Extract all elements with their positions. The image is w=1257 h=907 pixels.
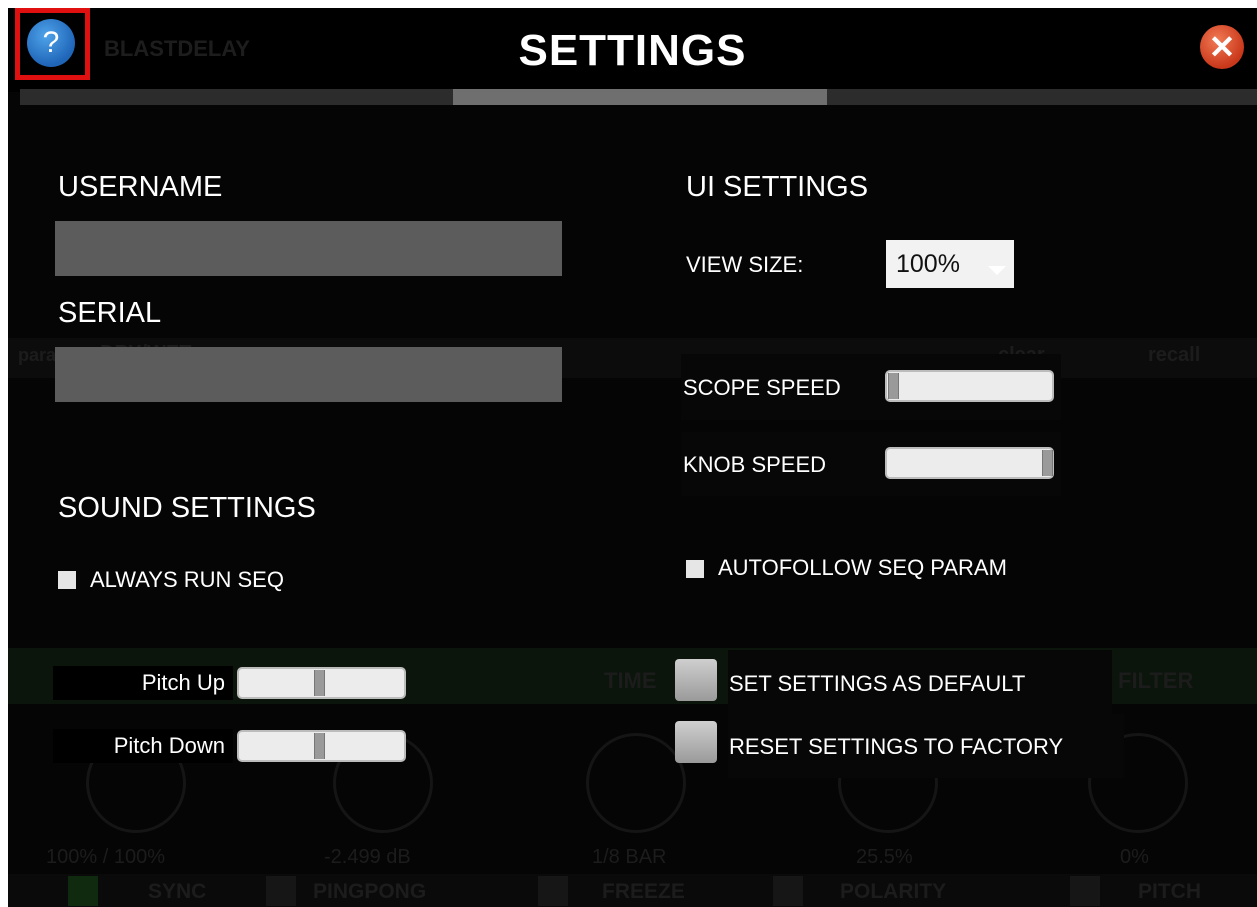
username-label: USERNAME (58, 171, 223, 203)
slider-thumb[interactable] (314, 733, 325, 759)
bg-toggle-box (266, 876, 296, 906)
bg-toggle-box (68, 876, 98, 906)
bg-knob-value: 1/8 BAR (592, 846, 667, 868)
view-size-select[interactable]: 100% (886, 240, 1014, 288)
chevron-down-icon (988, 266, 1006, 275)
pitch-up-slider[interactable] (237, 667, 406, 699)
bg-knob-value: 100% / 100% (46, 846, 165, 868)
set-default-button[interactable] (675, 659, 717, 701)
serial-label: SERIAL (58, 297, 162, 329)
bg-toggle-box (538, 876, 568, 906)
bg-toggle-label: FREEZE (602, 880, 685, 903)
serial-field[interactable] (55, 347, 562, 402)
bg-section-time: TIME (604, 668, 657, 693)
view-size-value: 100% (896, 250, 960, 278)
close-icon[interactable]: ✕ (1200, 25, 1244, 69)
bg-knob-value: -2.499 dB (324, 846, 411, 868)
bg-section-filter: FILTER (1118, 668, 1194, 693)
bg-knob-value: 0% (1120, 846, 1149, 868)
bg-toggle-label: SYNC (148, 880, 207, 903)
always-run-seq-label: ALWAYS RUN SEQ (90, 567, 284, 592)
autofollow-seq-param-label: AUTOFOLLOW SEQ PARAM (718, 555, 1007, 580)
slider-thumb[interactable] (888, 373, 899, 399)
view-size-label: VIEW SIZE: (686, 252, 804, 277)
ui-settings-heading: UI SETTINGS (686, 171, 869, 203)
sound-settings-heading: SOUND SETTINGS (58, 492, 316, 524)
bg-toggle-label: PINGPONG (313, 880, 427, 903)
reset-factory-button[interactable] (675, 721, 717, 763)
bg-toggle-box (773, 876, 803, 906)
autofollow-seq-param-checkbox[interactable] (686, 560, 704, 578)
reset-factory-label[interactable]: RESET SETTINGS TO FACTORY (729, 734, 1063, 760)
bg-toggle-box (1070, 876, 1100, 906)
username-field[interactable] (55, 221, 562, 276)
settings-window: para DRY/WET clear recall TIME FILTER 10… (8, 8, 1257, 907)
bg-param-label: para (18, 345, 57, 365)
pitch-down-slider[interactable] (237, 730, 406, 762)
scope-speed-label: SCOPE SPEED (683, 375, 841, 400)
slider-thumb[interactable] (1042, 450, 1053, 476)
bg-toggle-label: PITCH (1138, 880, 1201, 903)
pitch-up-label: Pitch Up (53, 666, 233, 700)
set-default-label[interactable]: SET SETTINGS AS DEFAULT (729, 671, 1025, 697)
bg-recall-label: recall (1148, 344, 1201, 366)
always-run-seq-checkbox[interactable] (58, 571, 76, 589)
slider-thumb[interactable] (314, 670, 325, 696)
pitch-down-label: Pitch Down (53, 729, 233, 763)
knob-speed-label: KNOB SPEED (683, 452, 827, 477)
bg-knob-value: 25.5% (856, 846, 913, 868)
bg-knob (586, 733, 686, 833)
bg-toggle-label: POLARITY (840, 880, 947, 903)
scope-speed-slider[interactable] (885, 370, 1054, 402)
tab-settings-indicator[interactable] (453, 89, 827, 105)
knob-speed-slider[interactable] (885, 447, 1054, 479)
page-title: SETTINGS (518, 26, 747, 75)
